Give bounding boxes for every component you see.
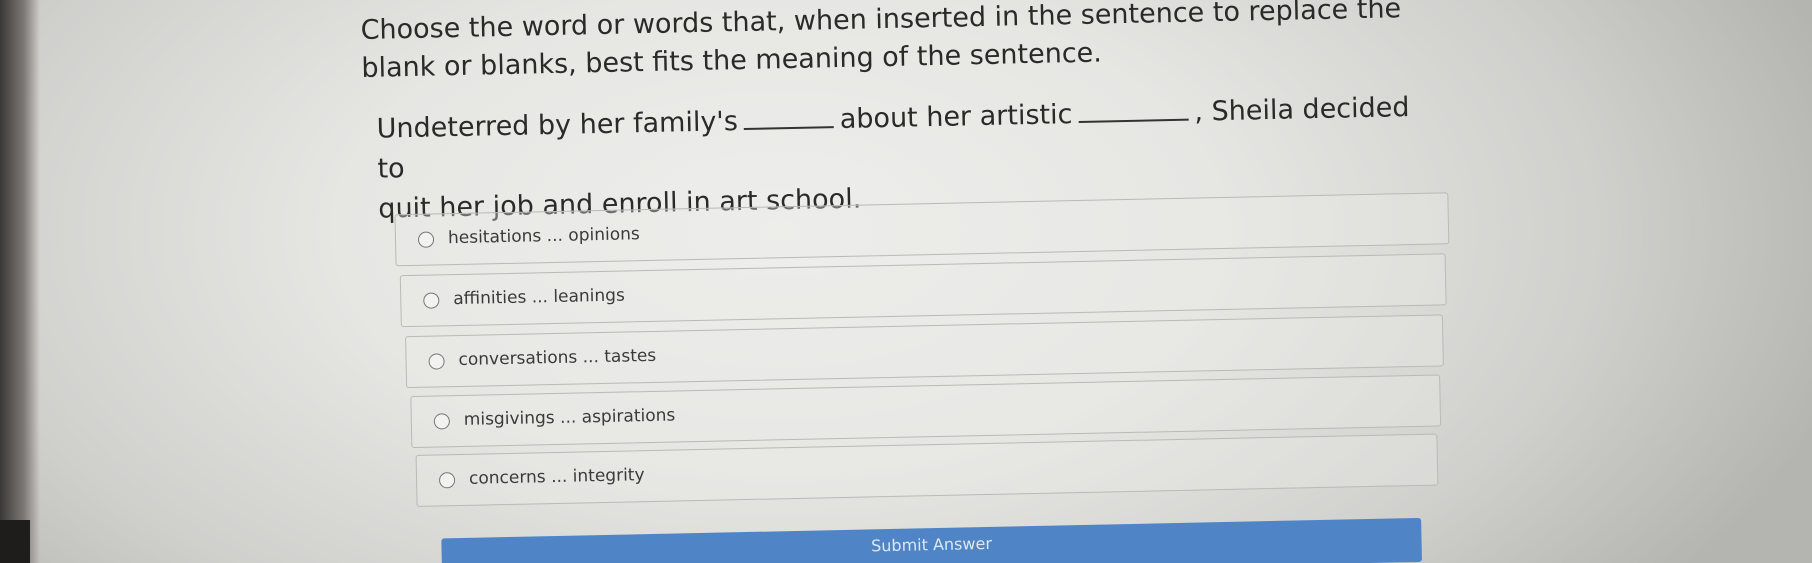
option-label: conversations ... tastes <box>458 345 657 371</box>
screen-bezel <box>0 0 40 563</box>
option-label: misgivings ... aspirations <box>463 405 676 430</box>
sentence-part-2: about her artistic <box>839 99 1073 135</box>
radio-button[interactable] <box>417 231 435 248</box>
quiz-panel: Choose the word or words that, when inse… <box>360 0 1472 563</box>
radio-button[interactable] <box>428 353 445 370</box>
radio-button[interactable] <box>438 472 456 489</box>
option-label: concerns ... integrity <box>468 465 645 489</box>
option-label: hesitations ... opinions <box>447 224 640 249</box>
blank-2 <box>1078 96 1189 123</box>
answer-option-2[interactable]: affinities ... leanings <box>399 253 1447 328</box>
sentence-part-1: Undeterred by her family's <box>376 106 739 145</box>
screen-bezel-corner <box>0 520 30 563</box>
radio-button[interactable] <box>423 292 440 309</box>
question-instruction: Choose the word or words that, when inse… <box>360 0 1421 88</box>
blank-1 <box>743 104 835 130</box>
option-label: affinities ... leanings <box>453 285 626 310</box>
radio-button[interactable] <box>433 413 451 430</box>
submit-answer-button[interactable]: Submit Answer <box>441 517 1423 563</box>
